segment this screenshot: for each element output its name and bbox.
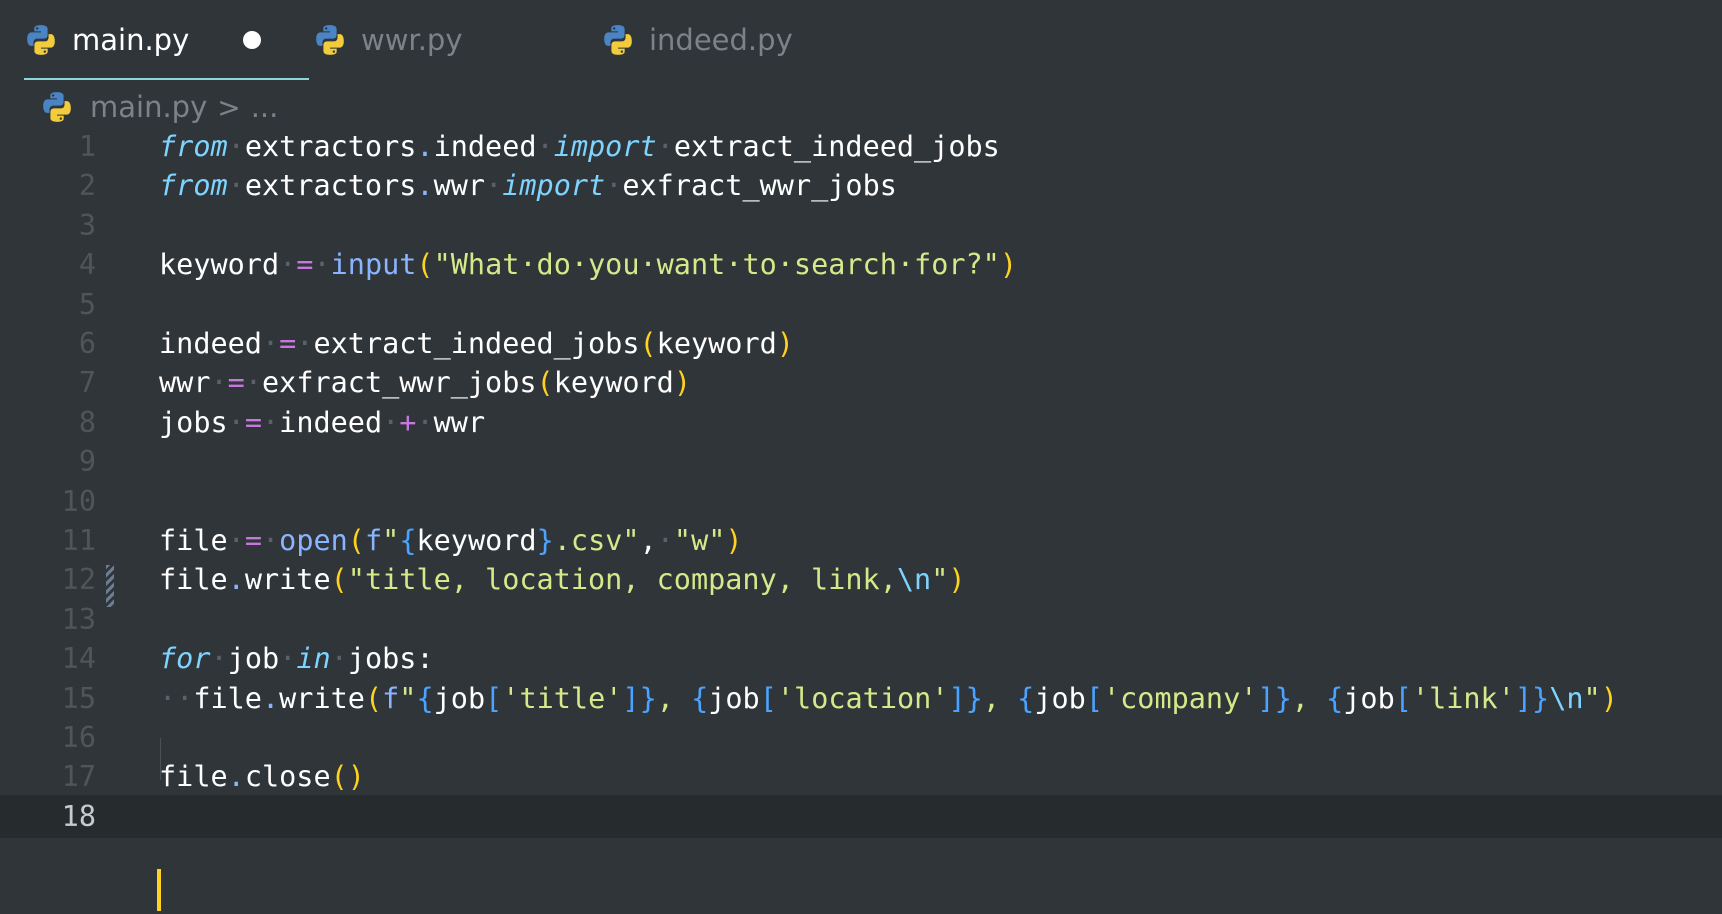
line-number: 17	[61, 760, 96, 794]
line-number: 6	[78, 327, 96, 360]
code-line[interactable]: 7 wwr·=·exfract_wwr_jobs(keyword)	[0, 361, 1722, 404]
unsaved-dot-icon[interactable]	[243, 31, 261, 49]
code-line[interactable]: 6 indeed·=·extract_indeed_jobs(keyword)	[0, 322, 1722, 365]
code-text[interactable]: indeed·=·extract_indeed_jobs(keyword)	[159, 322, 794, 365]
code-line[interactable]: 16	[0, 716, 1722, 759]
tab-label: wwr.py	[361, 23, 463, 57]
code-line[interactable]: 10	[0, 480, 1722, 523]
line-number: 9	[78, 445, 96, 479]
breadcrumb: main.py > ...	[40, 86, 278, 128]
line-number: 3	[78, 208, 96, 242]
code-text[interactable]: wwr·=·exfract_wwr_jobs(keyword)	[159, 361, 691, 404]
line-number: 7	[78, 366, 96, 400]
code-line[interactable]: 13	[0, 598, 1722, 641]
code-line[interactable]: 18	[0, 794, 1722, 838]
code-text[interactable]: jobs·=·indeed·+·wwr	[159, 401, 485, 444]
code-text[interactable]: from·extractors.indeed·import·extract_in…	[159, 125, 1000, 168]
python-icon	[604, 25, 632, 55]
line-number: 1	[78, 130, 96, 163]
line-number: 16	[61, 721, 96, 754]
line-number: 18	[61, 799, 96, 833]
code-text[interactable]: ··file.write(f"{job['title']}, {job['loc…	[159, 677, 1618, 720]
breadcrumb-more[interactable]: ...	[251, 90, 279, 124]
tab-indeed-py[interactable]: indeed.py	[601, 0, 793, 80]
line-number: 10	[61, 484, 96, 518]
line-number: 4	[78, 248, 96, 282]
line-number: 13	[61, 602, 96, 636]
line-number: 5	[78, 287, 96, 321]
tab-main-py[interactable]: main.py	[24, 0, 310, 80]
breadcrumb-file[interactable]: main.py	[90, 90, 207, 124]
text-cursor	[157, 869, 161, 911]
code-line[interactable]: 9	[0, 440, 1722, 483]
tab-bar: main.py wwr.py indeed.py	[0, 0, 1722, 80]
code-line[interactable]: 8 jobs·=·indeed·+·wwr	[0, 401, 1722, 444]
code-line[interactable]: 12 file.write("title, location, company, …	[0, 558, 1722, 601]
line-number: 14	[61, 642, 96, 676]
code-line[interactable]: 4 keyword·=·input("What·do·you·want·to·se…	[0, 243, 1722, 286]
line-number: 11	[61, 524, 96, 557]
code-text[interactable]: file·=·open(f"{keyword}.csv",·"w")	[159, 519, 743, 562]
line-number: 8	[78, 405, 96, 439]
code-line[interactable]: 5	[0, 283, 1722, 326]
code-line[interactable]: 3	[0, 204, 1722, 247]
code-editor[interactable]: 1 from·extractors.indeed·import·extract_i…	[0, 130, 1722, 914]
code-line[interactable]: 17 file.close()	[0, 755, 1722, 798]
python-icon	[43, 92, 71, 122]
line-number: 12	[61, 563, 96, 597]
code-line[interactable]: 14 for·job·in·jobs:	[0, 637, 1722, 680]
code-line[interactable]: 2 from·extractors.wwr·import·exfract_wwr_…	[0, 164, 1722, 207]
python-icon	[316, 25, 344, 55]
tab-label: indeed.py	[649, 23, 793, 57]
line-number: 15	[61, 681, 96, 715]
code-line[interactable]: 11 file·=·open(f"{keyword}.csv",·"w")	[0, 519, 1722, 562]
code-line[interactable]: 1 from·extractors.indeed·import·extract_i…	[0, 125, 1722, 168]
code-text[interactable]: file.write("title, location, company, li…	[159, 558, 966, 601]
code-text[interactable]: keyword·=·input("What·do·you·want·to·sea…	[159, 243, 1017, 286]
code-text[interactable]: for·job·in·jobs:	[159, 637, 434, 680]
tab-label: main.py	[72, 23, 190, 57]
python-icon	[27, 25, 55, 55]
code-text[interactable]: file.close()	[159, 755, 365, 798]
tab-wwr-py[interactable]: wwr.py	[313, 0, 463, 80]
line-number: 2	[78, 169, 96, 203]
chevron-right-icon: >	[217, 90, 241, 124]
code-text[interactable]: from·extractors.wwr·import·exfract_wwr_j…	[159, 164, 897, 207]
code-line[interactable]: 15 ··file.write(f"{job['title']}, {job['l…	[0, 677, 1722, 720]
